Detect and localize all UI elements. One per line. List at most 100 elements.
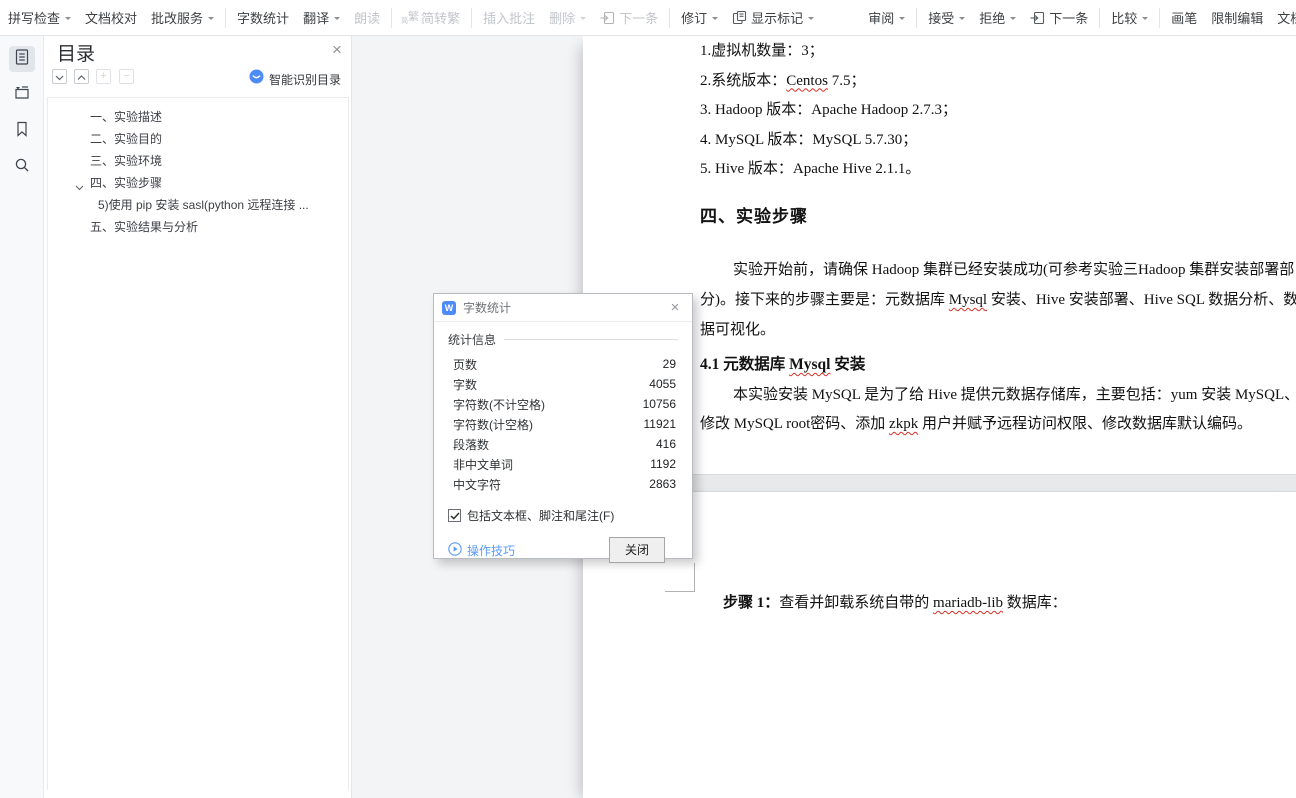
chapter-pane-button[interactable] (9, 82, 35, 108)
chevron-down-icon (65, 16, 72, 23)
intro-paragraph: 实验开始前，请确保 Hadoop 集群已经安装成功(可参考实验三Hadoop 集… (700, 255, 1296, 345)
doc-line[interactable]: 本实验安装 MySQL 是为了给 Hive 提供元数据存储库，主要包括：yum … (700, 381, 1296, 410)
toolbar-item-spell-check[interactable]: 拼写检查 (1, 5, 78, 31)
collapse-all-button[interactable] (74, 69, 89, 84)
chevron-down-icon (334, 16, 341, 23)
toolbar-item-insert-comment: 插入批注 (476, 5, 542, 31)
toolbar-item-review[interactable]: 审阅 (861, 5, 912, 31)
toc-item[interactable]: 四、实验步骤 (48, 172, 348, 194)
toc-item[interactable]: 二、实验目的 (48, 128, 348, 150)
doc-line[interactable]: 2.系统版本：Centos 7.5； (700, 67, 1296, 97)
wps-writer-window: 拼写检查 文档校对 批改服务 字数统计 翻译 朗读简繁简转繁 插入批注 删除 下一条 修订 显示标记… (0, 0, 1296, 798)
stat-value: 2863 (649, 477, 676, 491)
chevron-down-icon (712, 16, 719, 23)
text-segment: 据可视化。 (700, 322, 776, 338)
stat-label: 字数 (453, 377, 478, 392)
doc-line[interactable]: 四、实验步骤 (700, 202, 1296, 232)
navigation-rail (0, 36, 44, 798)
dialog-close-icon[interactable]: × (666, 299, 684, 317)
stat-label: 字符数(计空格) (453, 417, 533, 432)
toolbar-separator (471, 7, 473, 28)
dialog-footer: 操作技巧 关闭 (448, 537, 678, 563)
toolbar-item-delete-comment: 删除 (542, 5, 593, 31)
doc-line[interactable]: 5. Hive 版本：Apache Hive 2.1.1。 (700, 155, 1296, 185)
toc-list: 一、实验描述二、实验目的三、实验环境 四、实验步骤 5)使用 pip 安装 sasl… (47, 97, 349, 790)
toolbar-item-restrict-editing[interactable]: 限制编辑 (1204, 5, 1270, 31)
expand-all-button[interactable] (52, 69, 67, 84)
toolbar-item-compare[interactable]: 比较 (1104, 5, 1155, 31)
stat-value: 1192 (650, 457, 676, 471)
toolbar-item-reject[interactable]: 拒绝 (972, 5, 1023, 31)
toolbar-item-correction-service[interactable]: 批改服务 (144, 5, 221, 31)
doc-line[interactable]: 据可视化。 (700, 315, 1296, 345)
next-icon (1030, 11, 1045, 25)
chevron-up-icon (77, 68, 86, 86)
toolbar-item-label: 批改服务 (151, 11, 204, 26)
doc-line[interactable]: 分)。接下来的步骤主要是：元数据库 Mysql 安装、Hive 安装部署、Hiv… (700, 285, 1296, 315)
toolbar-item-pen[interactable]: 画笔 (1164, 5, 1204, 31)
toolbar-item-label: 审阅 (868, 11, 895, 26)
doc-line[interactable]: 修改 MySQL root密码、添加 zkpk 用户并赋予远程访问权限、修改数据… (700, 410, 1296, 439)
toc-close-button[interactable]: × (327, 40, 347, 60)
toolbar-separator (1099, 7, 1101, 28)
toc-item[interactable]: 5)使用 pip 安装 sasl(python 远程连接 ... (48, 194, 348, 216)
doc-line[interactable]: 实验开始前，请确保 Hadoop 集群已经安装成功(可参考实验三Hadoop 集… (700, 255, 1296, 285)
text-segment: 5. Hive 版本：Apache Hive 2.1.1。 (700, 161, 921, 177)
stats-group-label: 统计信息 (448, 333, 497, 347)
ai-assistant-icon (249, 69, 264, 89)
stats-groupbox: 统计信息 (448, 331, 678, 348)
toolbar-item-translate[interactable]: 翻译 (296, 5, 347, 31)
mysql-paragraph: 本实验安装 MySQL 是为了给 Hive 提供元数据存储库，主要包括：yum … (700, 381, 1296, 439)
smart-recognize-toc-button[interactable]: 智能识别目录 (249, 69, 341, 89)
text-segment: 4.1 元数据库 (700, 356, 790, 373)
bookmark-pane-button[interactable] (9, 118, 35, 144)
toolbar-item-word-count[interactable]: 字数统计 (230, 5, 296, 31)
outline-pane-button[interactable] (8, 46, 35, 72)
simplified-traditional-icon: 简繁 (401, 11, 420, 25)
text-segment: 用户并赋予远程访问权限、修改数据库默认编码。 (918, 416, 1252, 432)
toolbar-item-doc-proofread[interactable]: 文档校对 (78, 5, 144, 31)
dialog-title: 字数统计 (463, 301, 512, 315)
misspelled-word: Mysql (789, 356, 831, 373)
doc-line[interactable]: 4.1 元数据库 Mysql 安装 (700, 350, 1296, 380)
checkmark-icon (449, 511, 460, 520)
toc-item-label: 二、实验目的 (90, 132, 163, 146)
toc-item[interactable]: 一、实验描述 (48, 106, 348, 128)
toc-item[interactable]: 三、实验环境 (48, 150, 348, 172)
text-segment: 1.虚拟机数量：3； (700, 43, 824, 59)
toolbar-item-accept[interactable]: 接受 (921, 5, 972, 31)
stat-label: 段落数 (453, 437, 490, 452)
include-footnotes-checkbox[interactable] (448, 509, 461, 522)
close-button[interactable]: 关闭 (609, 537, 665, 563)
chevron-down-icon (808, 16, 815, 23)
toc-panel-title: 目录 (57, 44, 96, 65)
doc-line[interactable]: 步骤 1：查看并卸载系统自带的 mariadb-lib 数据库： (700, 589, 1296, 618)
chevron-down-icon (208, 16, 215, 23)
dialog-title-bar[interactable]: W 字数统计 × (434, 294, 692, 322)
toolbar-item-label: 文档校对 (85, 11, 138, 26)
text-segment: 修改 MySQL root密码、添加 (700, 416, 890, 432)
toc-item[interactable]: 五、实验结果与分析 (48, 216, 348, 238)
stat-row: 非中文单词 1192 (448, 454, 678, 474)
toolbar-item-label: 翻译 (303, 11, 330, 26)
toolbar-item-show-markup[interactable]: 显示标记 (725, 5, 821, 31)
chevron-down-icon[interactable] (75, 176, 84, 194)
toc-item-label: 五、实验结果与分析 (90, 220, 199, 234)
toolbar-item-label: 下一条 (619, 11, 659, 26)
search-pane-button[interactable] (9, 154, 35, 180)
stat-label: 中文字符 (453, 477, 502, 492)
toolbar-item-doc-permission[interactable]: 文档权限 (1270, 5, 1296, 31)
stat-row: 页数 29 (448, 354, 678, 374)
toolbar-item-simplified-to-traditional: 简繁简转繁 (396, 5, 467, 31)
tips-link[interactable]: 操作技巧 (448, 541, 515, 559)
doc-line[interactable]: 1.虚拟机数量：3； (700, 37, 1296, 67)
doc-line[interactable]: 3. Hadoop 版本：Apache Hadoop 2.7.3； (700, 96, 1296, 126)
toolbar-item-track-changes[interactable]: 修订 (674, 5, 725, 31)
toolbar-separator (669, 7, 671, 28)
toolbar-item-next-change[interactable]: 下一条 (1023, 5, 1095, 31)
section-heading: 四、实验步骤 (700, 202, 1296, 232)
toolbar-item-label: 显示标记 (751, 11, 804, 26)
text-segment: 实验开始前，请确保 Hadoop 集群已经安装成功(可参考实验三Hadoop 集… (733, 262, 1295, 278)
toolbar-separator (225, 7, 227, 28)
doc-line[interactable]: 4. MySQL 版本：MySQL 5.7.30； (700, 126, 1296, 156)
